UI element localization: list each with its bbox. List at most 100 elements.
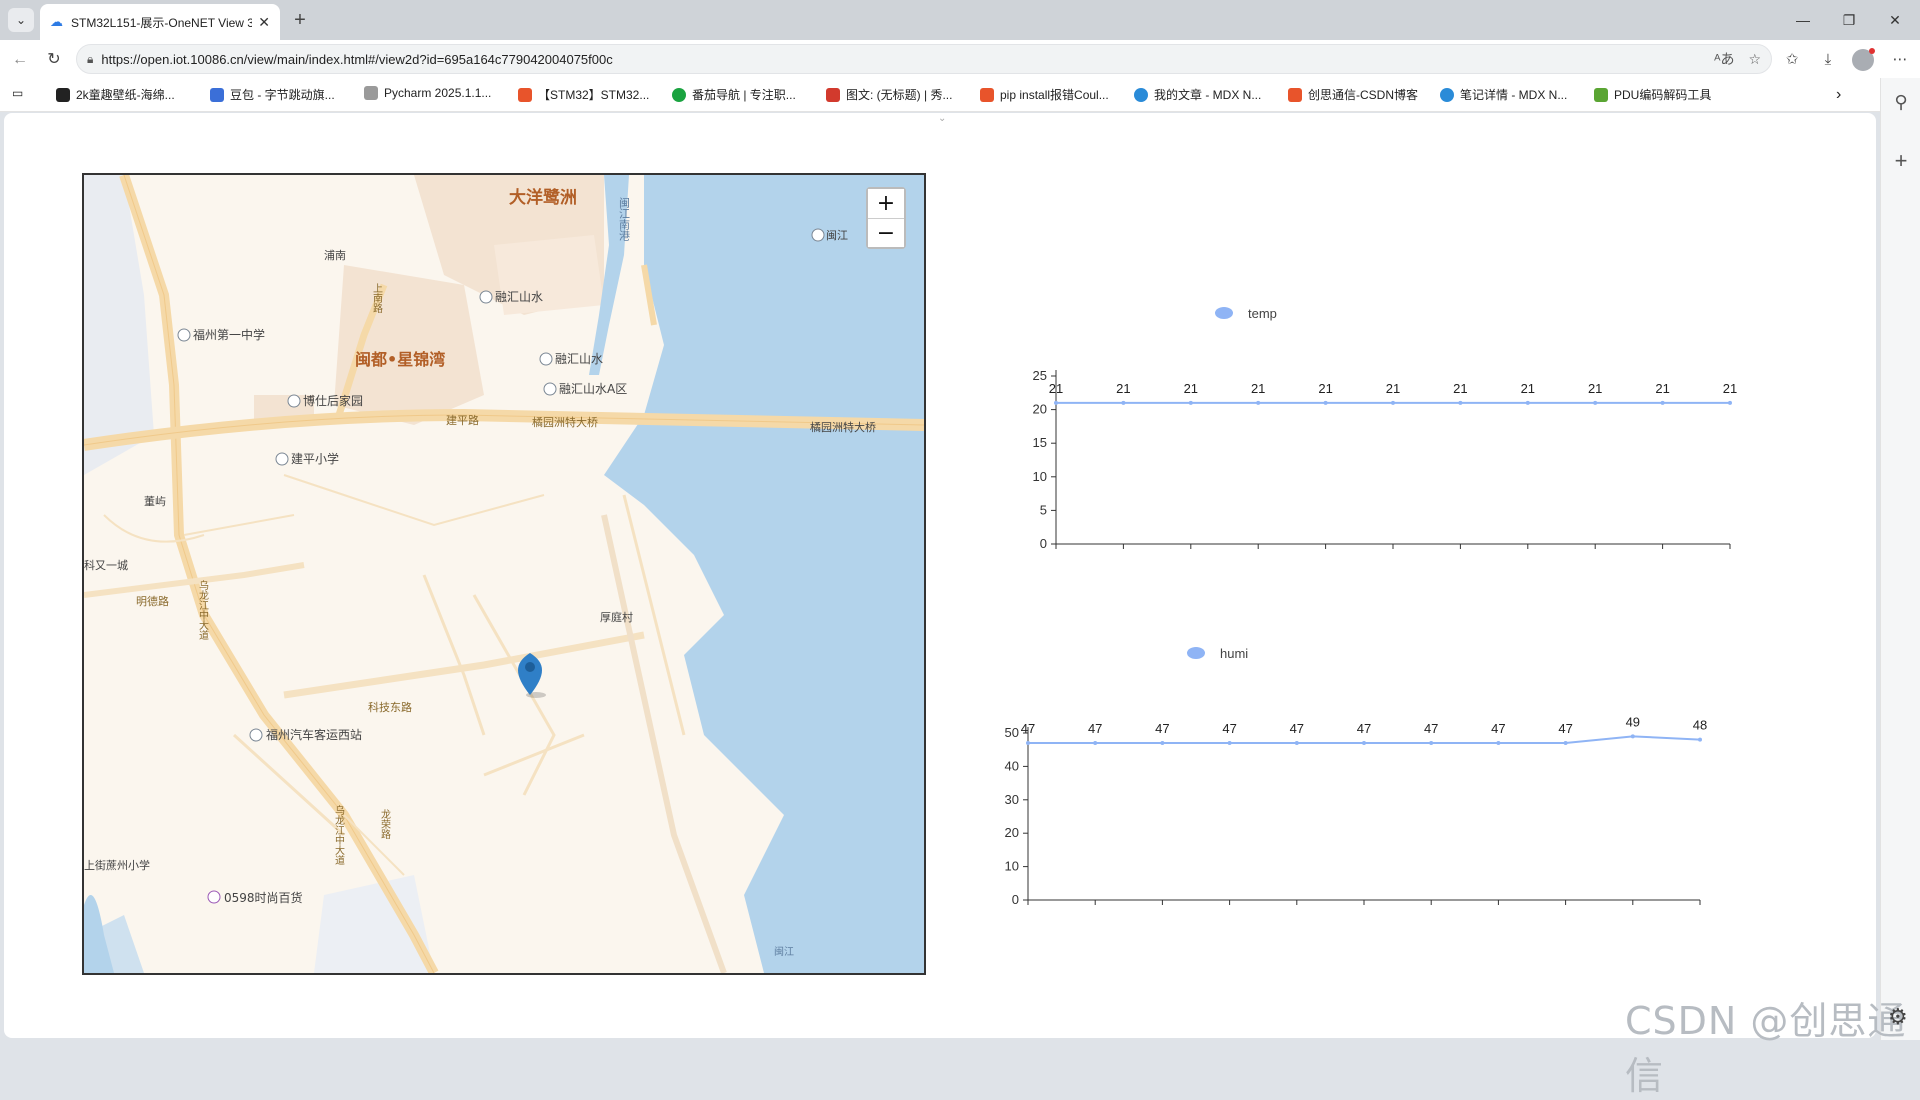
- data-point: [1660, 400, 1665, 405]
- map-label-fuzhou-1st: 福州第一中学: [193, 327, 265, 342]
- minimize-button[interactable]: —: [1780, 6, 1826, 34]
- cloud-icon: ☁: [50, 14, 63, 29]
- map-label-rongshui2: 融汇山水: [555, 352, 603, 366]
- map-label-minjiang-port: 闽江南港: [618, 197, 631, 241]
- data-point: [1188, 400, 1193, 405]
- zoom-out-button[interactable]: −: [868, 218, 904, 247]
- zoom-in-button[interactable]: +: [868, 189, 904, 218]
- data-label: 21: [1521, 381, 1535, 396]
- bookmark-item[interactable]: PDU编码解码工具: [1594, 86, 1711, 103]
- y-tick-label: 10: [1005, 859, 1019, 874]
- data-point: [1121, 400, 1126, 405]
- favorites-icon[interactable]: ✩: [1780, 48, 1804, 72]
- map-label-shangjie-school: 上街蔗州小学: [84, 858, 150, 872]
- data-point: [1323, 400, 1328, 405]
- data-point: [1593, 400, 1598, 405]
- address-bar[interactable]: 🔒︎ https://open.iot.10086.cn/view/main/i…: [76, 44, 1772, 74]
- y-tick-label: 50: [1005, 725, 1019, 740]
- bookmark-item[interactable]: 图文: (无标题) | 秀...: [826, 86, 952, 103]
- bookmark-label: 番茄导航 | 专注职...: [692, 88, 796, 102]
- notification-dot: [1869, 48, 1875, 54]
- url-text: https://open.iot.10086.cn/view/main/inde…: [101, 51, 613, 67]
- bookmark-item[interactable]: 我的文章 - MDX N...: [1134, 86, 1261, 103]
- tab-close-button[interactable]: ✕: [258, 14, 270, 31]
- more-menu-icon[interactable]: ⋯: [1888, 48, 1912, 72]
- bookmark-item[interactable]: 创思通信-CSDN博客: [1288, 86, 1418, 103]
- data-label: 21: [1723, 381, 1737, 396]
- map-label-boshi: 博仕后家园: [303, 393, 363, 408]
- bookmark-favicon-icon: [518, 87, 532, 102]
- bookmark-item[interactable]: pip install报错Coul...: [980, 86, 1109, 103]
- browser-toolbar: ← ↻ 🔒︎ https://open.iot.10086.cn/view/ma…: [0, 40, 1920, 78]
- bookmark-favicon-icon: [210, 87, 224, 102]
- data-label: 47: [1155, 721, 1169, 736]
- y-tick-label: 20: [1033, 402, 1047, 417]
- map-zoom-control: + −: [866, 187, 906, 249]
- map-label-wulongjiang2: 乌龙江中大道: [333, 804, 345, 865]
- map-label-dayang: 大洋鹭洲: [509, 187, 577, 208]
- back-button[interactable]: ←: [8, 48, 32, 72]
- legend-label: humi: [1220, 646, 1248, 661]
- search-icon[interactable]: ⚲: [1891, 92, 1911, 113]
- add-icon[interactable]: +: [1891, 148, 1911, 174]
- data-point: [1728, 400, 1732, 405]
- tab-list-button[interactable]: ⌄: [8, 8, 34, 32]
- bookmark-item[interactable]: 豆包 - 字节跳动旗...: [210, 86, 335, 103]
- data-point: [1026, 741, 1030, 746]
- bookmark-favicon-icon: [672, 87, 686, 102]
- bookmark-favicon-icon: [1440, 87, 1454, 102]
- map-canvas[interactable]: 大洋鹭洲 闽江南港 浦南 融汇山水 闽江 福州第一中学 闽都•星锦湾 融汇山水 …: [84, 175, 924, 973]
- tab-strip: ⌄ ☁ STM32L151-展示-OneNET View 3.0 ✕ + — ❐…: [0, 0, 1920, 40]
- bookmark-favicon-icon: [1594, 87, 1608, 102]
- bookmark-label: pip install报错Coul...: [1000, 88, 1109, 102]
- bookmark-favicon-icon: [826, 87, 840, 102]
- bookmark-label: Pycharm 2025.1.1...: [384, 86, 492, 100]
- bookmarks-overflow-chevron-icon[interactable]: ›: [1836, 86, 1841, 104]
- data-label: 21: [1453, 381, 1467, 396]
- data-point: [1227, 741, 1232, 746]
- map-label-mindu: 闽都•星锦湾: [355, 350, 445, 369]
- data-label: 21: [1116, 381, 1130, 396]
- site-info-icon[interactable]: 🔒︎: [87, 52, 93, 67]
- map-label-shangnan-rd: 上南路: [371, 283, 383, 314]
- map-label-keji-rd: 科技东路: [368, 700, 412, 714]
- csdn-watermark: CSDN @创思通信: [1625, 999, 1907, 1098]
- collapse-caret-icon[interactable]: ⌄: [938, 113, 946, 124]
- temp-line-chart[interactable]: temp051015202521 21 21 21 21 21 21 21 21 21 21: [984, 268, 1764, 568]
- data-point: [1630, 734, 1635, 739]
- humi-line-chart[interactable]: humi01020304050 47 47 47 47 47 47 47 47 47 49 48: [984, 613, 1764, 933]
- bookmark-label: 2k童趣壁纸-海绵...: [76, 88, 175, 102]
- data-label: 47: [1491, 721, 1505, 736]
- legend-label: temp: [1248, 306, 1277, 321]
- new-tab-button[interactable]: +: [288, 8, 312, 32]
- restore-button[interactable]: ❐: [1826, 6, 1872, 34]
- close-window-button[interactable]: ✕: [1872, 6, 1918, 34]
- tab-active[interactable]: ☁ STM32L151-展示-OneNET View 3.0 ✕: [40, 4, 280, 40]
- y-tick-label: 10: [1033, 469, 1047, 484]
- bookmark-item[interactable]: 笔记详情 - MDX N...: [1440, 86, 1567, 103]
- map-widget[interactable]: 大洋鹭洲 闽江南港 浦南 融汇山水 闽江 福州第一中学 闽都•星锦湾 融汇山水 …: [82, 173, 926, 975]
- data-label: 21: [1386, 381, 1400, 396]
- data-label: 48: [1693, 718, 1707, 733]
- bookmark-label: 创思通信-CSDN博客: [1308, 88, 1418, 102]
- bookmarks-menu-icon[interactable]: ▭: [12, 86, 23, 100]
- downloads-icon[interactable]: ⤓: [1816, 48, 1840, 72]
- data-point: [1294, 741, 1299, 746]
- map-label-keyou: 科又一城: [84, 558, 128, 572]
- bookmark-item[interactable]: Pycharm 2025.1.1...: [364, 86, 491, 100]
- data-label: 47: [1088, 721, 1102, 736]
- bookmark-item[interactable]: 【STM32】STM32...: [518, 86, 649, 103]
- bookmark-label: 图文: (无标题) | 秀...: [846, 88, 953, 102]
- translate-icon[interactable]: ᴬあ: [1714, 49, 1734, 69]
- map-label-jianping-school: 建平小学: [291, 451, 339, 466]
- bookmark-item[interactable]: 番茄导航 | 专注职...: [672, 86, 796, 103]
- settings-gear-icon[interactable]: ⚙: [1888, 1004, 1908, 1030]
- y-tick-label: 5: [1040, 502, 1047, 517]
- reload-button[interactable]: ↻: [42, 48, 66, 72]
- map-label-houting: 厚庭村: [600, 610, 633, 624]
- bookmark-item[interactable]: 2k童趣壁纸-海绵...: [56, 86, 175, 103]
- bookmark-favicon-icon: [56, 87, 70, 102]
- map-label-dongyu: 董屿: [144, 495, 166, 508]
- bookmark-favicon-icon: [980, 87, 994, 102]
- favorite-star-icon[interactable]: ☆: [1748, 51, 1761, 68]
